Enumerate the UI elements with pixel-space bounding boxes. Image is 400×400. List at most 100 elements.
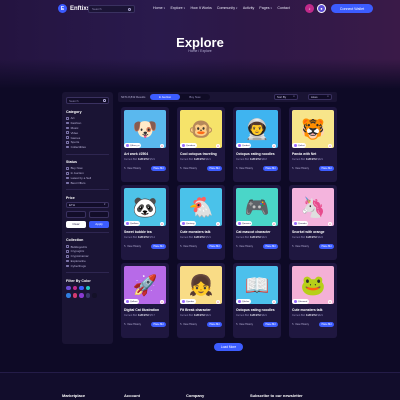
- checkbox[interactable]: [66, 121, 69, 125]
- tab-buy-now[interactable]: Buy Now: [180, 94, 210, 100]
- checkbox[interactable]: [66, 176, 69, 180]
- checkbox[interactable]: [66, 131, 69, 135]
- nft-name[interactable]: Octopus eating noodles: [236, 308, 275, 312]
- checkbox[interactable]: [66, 136, 69, 139]
- checkbox[interactable]: [66, 171, 69, 175]
- heart-icon[interactable]: ♥: [160, 144, 164, 148]
- nft-card[interactable]: 🐶 @Ema_m ♥ Art work #2504 Current Bid: 0.28 …: [121, 107, 169, 182]
- nft-card[interactable]: 🐯 @niket ♥ Panda with Net Current Bid: 0.28 …: [289, 107, 337, 182]
- nft-name[interactable]: Fit Break character: [180, 308, 211, 312]
- nft-card[interactable]: 🐼 @william ♥ Sweet bubble tea Current Bid: 0…: [121, 185, 169, 260]
- sidebar-search-input[interactable]: Search: [66, 97, 109, 104]
- load-more-button[interactable]: Load More: [214, 343, 243, 351]
- color-swatch[interactable]: [85, 285, 90, 291]
- place-bid-button[interactable]: Place Bid: [263, 244, 278, 249]
- nft-card[interactable]: 🐸 @leonard ♥ Cute monsters talk Current Bid:…: [289, 263, 337, 338]
- nft-card[interactable]: 🎮 @monica ♥ Cat mascot character Current Bid…: [233, 185, 281, 260]
- nft-name[interactable]: Cute monsters talk: [292, 308, 323, 312]
- view-history-link[interactable]: ↻ View History: [236, 167, 253, 170]
- checkbox[interactable]: [66, 145, 69, 149]
- place-bid-button[interactable]: Place Bid: [151, 322, 166, 327]
- owner-chip[interactable]: @antony: [180, 221, 196, 226]
- place-bid-button[interactable]: Place Bid: [207, 244, 222, 249]
- color-swatch[interactable]: [66, 285, 71, 291]
- nav-link-how-it-works[interactable]: How It Works: [191, 6, 212, 10]
- nav-link-home[interactable]: Home▼: [153, 6, 165, 10]
- heart-icon[interactable]: ♥: [216, 300, 220, 304]
- heart-icon[interactable]: ♥: [216, 144, 220, 148]
- view-history-link[interactable]: ↻ View History: [292, 167, 309, 170]
- heart-icon[interactable]: ♥: [160, 222, 164, 226]
- nft-name[interactable]: Cat mascot character: [236, 230, 271, 234]
- checkbox[interactable]: [66, 259, 69, 263]
- nav-link-activity[interactable]: Activity: [243, 6, 254, 10]
- nft-card[interactable]: 👨‍🚀 @robert ♥ Octopus eating noodles Current…: [233, 107, 281, 182]
- place-bid-button[interactable]: Place Bid: [319, 244, 334, 249]
- nav-link-contact[interactable]: Contact: [277, 6, 289, 10]
- nav-link-community[interactable]: Community▼: [217, 6, 238, 10]
- view-history-link[interactable]: ↻ View History: [292, 323, 309, 326]
- owner-chip[interactable]: @monica: [236, 221, 253, 226]
- heart-icon[interactable]: ♥: [160, 300, 164, 304]
- color-swatch[interactable]: [72, 293, 77, 298]
- nft-card[interactable]: 🚀 @albert ♥ Digital Cat Illustration Current…: [121, 263, 169, 338]
- nft-name[interactable]: Art work #2504: [124, 152, 148, 156]
- color-swatch[interactable]: [66, 293, 71, 298]
- owner-chip[interactable]: @niket: [292, 143, 307, 148]
- owner-chip[interactable]: @jordan: [180, 299, 196, 304]
- nft-name[interactable]: Snorkel with orange: [292, 230, 324, 234]
- color-swatch[interactable]: [72, 285, 77, 291]
- heart-icon[interactable]: ♥: [272, 144, 276, 148]
- checkbox[interactable]: [66, 250, 69, 253]
- owner-chip[interactable]: @albert: [124, 299, 139, 304]
- price-min-input[interactable]: [66, 210, 86, 218]
- apply-button[interactable]: Apply: [89, 220, 109, 228]
- heart-icon[interactable]: ♥: [328, 222, 332, 226]
- color-swatch[interactable]: [92, 285, 97, 291]
- statuses-option[interactable]: Best Offers: [66, 180, 109, 185]
- nft-card[interactable]: 👧 @jordan ♥ Fit Break character Current Bid:…: [177, 263, 225, 338]
- view-history-link[interactable]: ↻ View History: [180, 245, 197, 248]
- checkbox[interactable]: [66, 126, 69, 130]
- price-currency-select[interactable]: ETH ▼: [66, 201, 109, 208]
- owner-chip[interactable]: @william: [124, 221, 140, 226]
- heart-icon[interactable]: ♥: [328, 300, 332, 304]
- nft-name[interactable]: Cute monsters talk: [180, 230, 211, 234]
- nft-name[interactable]: Cool octopus traveling: [180, 152, 217, 156]
- place-bid-button[interactable]: Place Bid: [207, 166, 222, 171]
- nav-search-input[interactable]: Search: [88, 5, 135, 13]
- view-history-link[interactable]: ↻ View History: [180, 323, 197, 326]
- place-bid-button[interactable]: Place Bid: [207, 322, 222, 327]
- nft-card[interactable]: 📖 @helen ♥ Octopus eating noodles Current Bi…: [233, 263, 281, 338]
- categories-option[interactable]: Collectibles: [66, 145, 109, 150]
- owner-chip[interactable]: @andrew: [180, 143, 197, 148]
- owner-chip[interactable]: @robert: [236, 143, 252, 148]
- owner-chip[interactable]: @Ema_m: [124, 143, 141, 148]
- nft-name[interactable]: Panda with Net: [292, 152, 316, 156]
- place-bid-button[interactable]: Place Bid: [151, 166, 166, 171]
- nft-name[interactable]: Digital Cat Illustration: [124, 308, 159, 312]
- view-history-link[interactable]: ↻ View History: [124, 245, 141, 248]
- checkbox[interactable]: [66, 181, 69, 185]
- view-history-link[interactable]: ↻ View History: [236, 245, 253, 248]
- color-swatch[interactable]: [79, 293, 84, 298]
- owner-chip[interactable]: @sandro: [292, 221, 309, 226]
- nft-card[interactable]: 🦄 @sandro ♥ Snorkel with orange Current Bid:…: [289, 185, 337, 260]
- tab-in-auction[interactable]: In Auction: [150, 94, 180, 100]
- color-swatch[interactable]: [92, 293, 97, 298]
- color-swatch[interactable]: [85, 293, 90, 298]
- nft-card[interactable]: 🐔 @antony ♥ Cute monsters talk Current Bid: …: [177, 185, 225, 260]
- view-history-link[interactable]: ↻ View History: [180, 167, 197, 170]
- view-history-link[interactable]: ↻ View History: [124, 167, 141, 170]
- place-bid-button[interactable]: Place Bid: [151, 244, 166, 249]
- nft-card[interactable]: 🐵 @andrew ♥ Cool octopus traveling Current B…: [177, 107, 225, 182]
- checkbox[interactable]: [66, 167, 69, 170]
- view-history-link[interactable]: ↻ View History: [124, 323, 141, 326]
- notification-bell-icon[interactable]: ♪: [305, 4, 314, 13]
- sort-select[interactable]: Sort By ▼: [274, 94, 298, 100]
- color-swatch[interactable]: [79, 285, 84, 291]
- collections-option[interactable]: Cyberthugs: [66, 263, 109, 268]
- owner-chip[interactable]: @helen: [236, 299, 251, 304]
- place-bid-button[interactable]: Place Bid: [263, 166, 278, 171]
- view-history-link[interactable]: ↻ View History: [292, 245, 309, 248]
